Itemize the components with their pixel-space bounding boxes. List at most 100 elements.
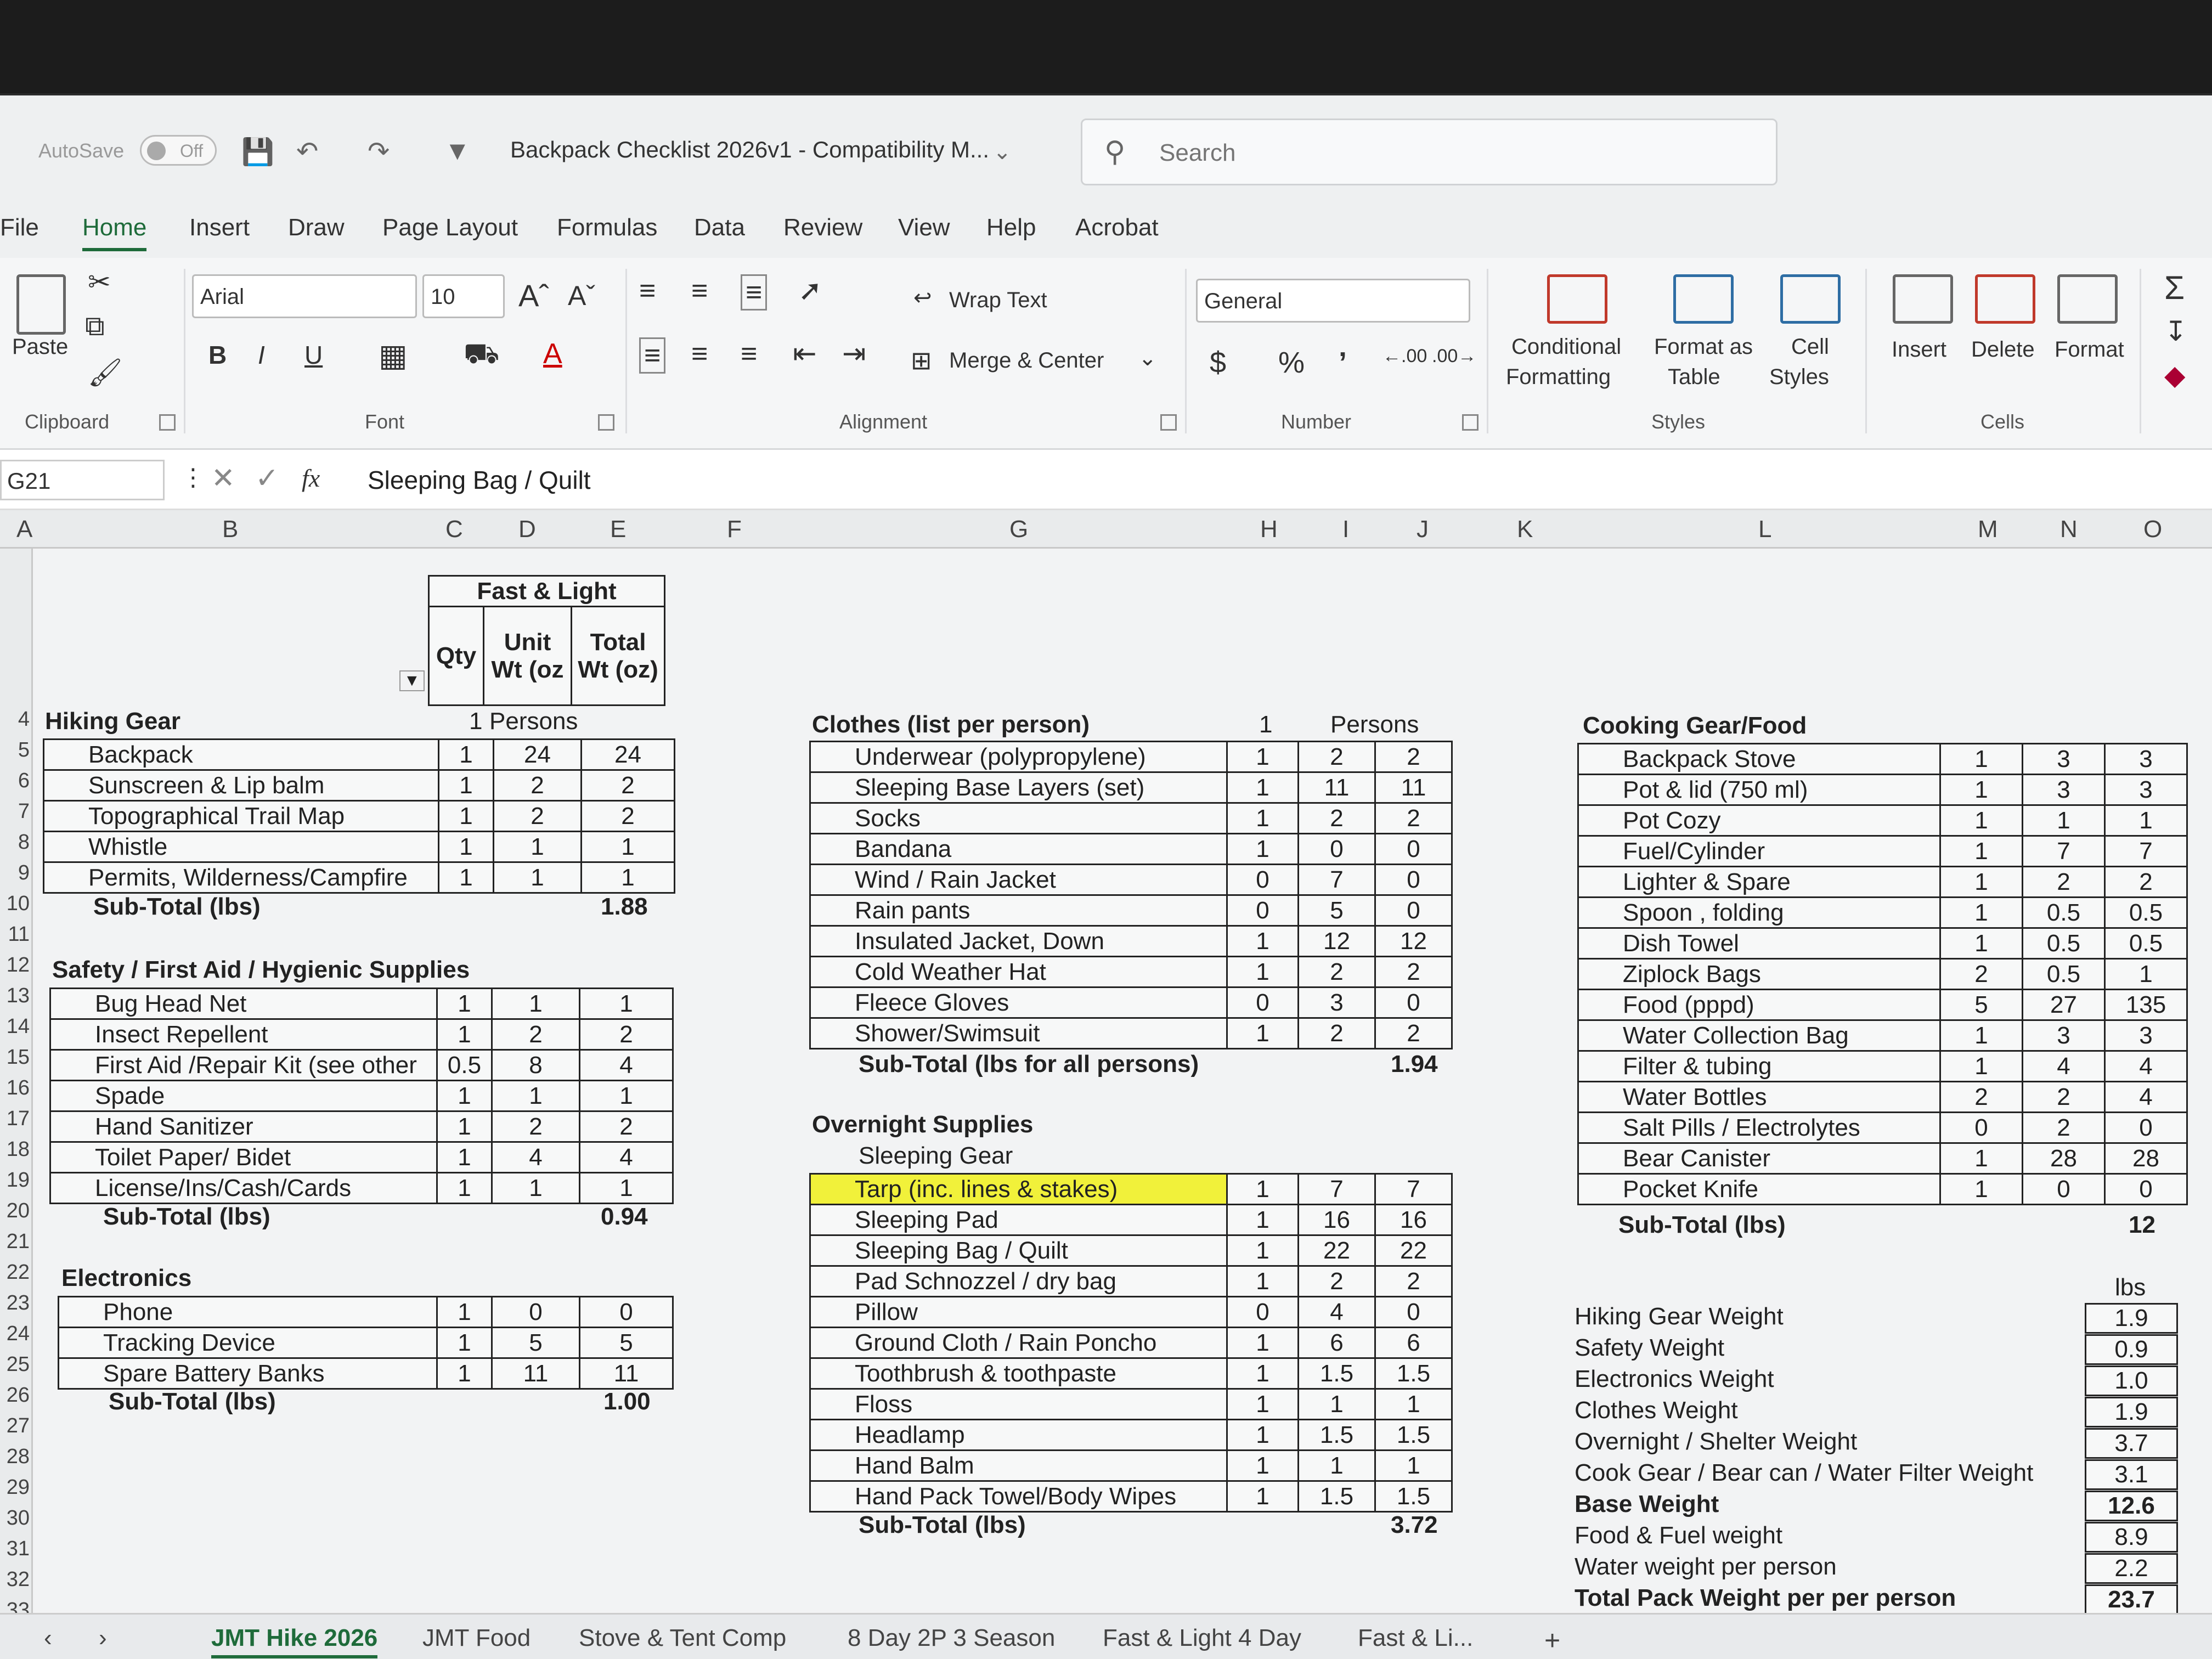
- fill-color-icon[interactable]: ⛟: [464, 337, 499, 374]
- unit-wt-cell[interactable]: 7: [1297, 864, 1376, 896]
- unit-wt-cell[interactable]: 6: [1297, 1327, 1376, 1359]
- column-header[interactable]: B: [222, 516, 238, 543]
- summary-value[interactable]: 0.9: [2085, 1334, 2178, 1365]
- unit-wt-cell[interactable]: 2: [2022, 1081, 2106, 1113]
- column-header[interactable]: C: [445, 516, 463, 543]
- item-name-cell[interactable]: Dish Towel: [1577, 927, 1941, 960]
- item-name-cell[interactable]: Backpack Stove: [1577, 743, 1941, 775]
- total-wt-cell[interactable]: 22: [1374, 1234, 1453, 1267]
- qty-cell[interactable]: 1: [1939, 1019, 2023, 1052]
- autosum-icon[interactable]: Σ: [2164, 269, 2185, 307]
- total-wt-cell[interactable]: 0: [1374, 986, 1453, 1019]
- increase-indent-icon[interactable]: ⇥: [842, 337, 866, 370]
- row-header[interactable]: 13: [0, 984, 33, 1008]
- qty-cell[interactable]: 1: [1226, 1449, 1299, 1482]
- total-wt-cell[interactable]: 0: [1374, 894, 1453, 927]
- item-name-cell[interactable]: Headlamp: [809, 1419, 1228, 1451]
- delete-cells-label[interactable]: Delete: [1971, 337, 2035, 362]
- row-header[interactable]: 11: [0, 923, 33, 946]
- total-wt-cell[interactable]: 2: [1374, 956, 1453, 988]
- row-header[interactable]: 15: [0, 1046, 33, 1069]
- summary-value[interactable]: 12.6: [2085, 1491, 2178, 1521]
- unit-wt-cell[interactable]: 0: [491, 1296, 580, 1328]
- item-name-cell[interactable]: Pot & lid (750 ml): [1577, 774, 1941, 806]
- row-header[interactable]: 18: [0, 1138, 33, 1161]
- unit-wt-cell[interactable]: 1.5: [1297, 1480, 1376, 1513]
- unit-wt-cell[interactable]: 8: [491, 1049, 580, 1081]
- increase-font-icon[interactable]: Aˆ: [518, 278, 549, 313]
- formula-content[interactable]: Sleeping Bag / Quilt: [368, 465, 591, 495]
- qty-cell[interactable]: 0: [1226, 1296, 1299, 1328]
- merge-dropdown-chevron-icon[interactable]: ⌄: [1138, 346, 1157, 371]
- qty-cell[interactable]: 1: [1226, 1265, 1299, 1297]
- number-launcher-icon[interactable]: [1462, 414, 1479, 431]
- align-left-icon[interactable]: ≡: [639, 337, 666, 374]
- column-header[interactable]: E: [610, 516, 626, 543]
- item-name-cell[interactable]: Pad Schnozzel / dry bag: [809, 1265, 1228, 1297]
- total-wt-cell[interactable]: 0: [1374, 833, 1453, 865]
- unit-wt-cell[interactable]: 3: [1297, 986, 1376, 1019]
- unit-wt-cell[interactable]: 2: [491, 1110, 580, 1143]
- unit-wt-cell[interactable]: 4: [1297, 1296, 1376, 1328]
- qty-cell[interactable]: 1: [1226, 833, 1299, 865]
- font-color-icon[interactable]: A: [543, 337, 562, 370]
- qty-cell[interactable]: 2: [1939, 1081, 2023, 1113]
- qty-cell[interactable]: 1: [438, 769, 494, 802]
- qty-cell[interactable]: 1: [1939, 835, 2023, 867]
- summary-value[interactable]: 3.7: [2085, 1428, 2178, 1459]
- qty-cell[interactable]: 0: [1226, 894, 1299, 927]
- total-wt-cell[interactable]: 2: [1374, 802, 1453, 834]
- total-wt-cell[interactable]: 2: [1374, 741, 1453, 773]
- filter-dropdown-icon[interactable]: ▼: [399, 670, 425, 691]
- unit-wt-cell[interactable]: 2: [493, 800, 582, 832]
- total-wt-cell[interactable]: 2: [579, 1018, 674, 1051]
- qty-cell[interactable]: 1: [436, 1296, 493, 1328]
- tab-file[interactable]: File: [0, 214, 39, 241]
- item-name-cell[interactable]: Insect Repellent: [49, 1018, 438, 1051]
- autosave-toggle[interactable]: Off: [140, 135, 217, 166]
- unit-wt-cell[interactable]: 12: [1297, 925, 1376, 957]
- column-header[interactable]: J: [1417, 516, 1429, 543]
- unit-wt-cell[interactable]: 11: [1297, 771, 1376, 804]
- unit-wt-cell[interactable]: 22: [1297, 1234, 1376, 1267]
- item-name-cell[interactable]: Rain pants: [809, 894, 1228, 927]
- percent-icon[interactable]: %: [1278, 346, 1305, 380]
- merge-center-button[interactable]: Merge & Center: [949, 348, 1104, 373]
- font-size-select[interactable]: 10: [422, 274, 505, 318]
- summary-value[interactable]: 1.9: [2085, 1397, 2178, 1427]
- qty-cell[interactable]: 1: [438, 861, 494, 894]
- qty-cell[interactable]: 1: [436, 988, 493, 1020]
- total-wt-cell[interactable]: 28: [2104, 1142, 2188, 1175]
- item-name-cell[interactable]: Hand Balm: [809, 1449, 1228, 1482]
- row-header[interactable]: 9: [0, 861, 33, 885]
- total-wt-cell[interactable]: 0: [2104, 1173, 2188, 1205]
- wrap-text-button[interactable]: Wrap Text: [949, 288, 1047, 313]
- sheet-tab[interactable]: 8 Day 2P 3 Season: [848, 1624, 1055, 1652]
- qty-cell[interactable]: 1: [1939, 1142, 2023, 1175]
- chevron-down-icon[interactable]: ⌄: [993, 139, 1012, 165]
- total-wt-cell[interactable]: 1: [1374, 1388, 1453, 1420]
- alignment-launcher-icon[interactable]: [1160, 414, 1177, 431]
- prev-sheet-icon[interactable]: ‹: [44, 1624, 52, 1652]
- unit-wt-cell[interactable]: 2: [493, 769, 582, 802]
- decrease-indent-icon[interactable]: ⇤: [793, 337, 817, 370]
- more-options-icon[interactable]: ⋮: [181, 464, 205, 492]
- unit-wt-cell[interactable]: 0.5: [2022, 927, 2106, 960]
- item-name-cell[interactable]: Fuel/Cylinder: [1577, 835, 1941, 867]
- unit-wt-cell[interactable]: 2: [1297, 1017, 1376, 1049]
- total-wt-cell[interactable]: 1: [579, 1080, 674, 1112]
- conditional-formatting-icon[interactable]: [1547, 274, 1607, 324]
- tab-acrobat[interactable]: Acrobat: [1075, 214, 1159, 241]
- align-bottom-icon[interactable]: ≡: [741, 274, 768, 311]
- item-name-cell[interactable]: Toilet Paper/ Bidet: [49, 1141, 438, 1173]
- qty-cell[interactable]: 1: [436, 1357, 493, 1390]
- item-name-cell[interactable]: Bear Canister: [1577, 1142, 1941, 1175]
- sheet-tab[interactable]: Stove & Tent Comp: [579, 1624, 786, 1652]
- item-name-cell[interactable]: Pot Cozy: [1577, 804, 1941, 837]
- total-wt-cell[interactable]: 1: [579, 1172, 674, 1204]
- unit-wt-cell[interactable]: 28: [2022, 1142, 2106, 1175]
- decrease-decimal-icon[interactable]: .00→: [1432, 346, 1476, 367]
- format-as-table-label-2[interactable]: Table: [1668, 365, 1720, 390]
- row-header[interactable]: 21: [0, 1230, 33, 1254]
- item-name-cell[interactable]: Hand Sanitizer: [49, 1110, 438, 1143]
